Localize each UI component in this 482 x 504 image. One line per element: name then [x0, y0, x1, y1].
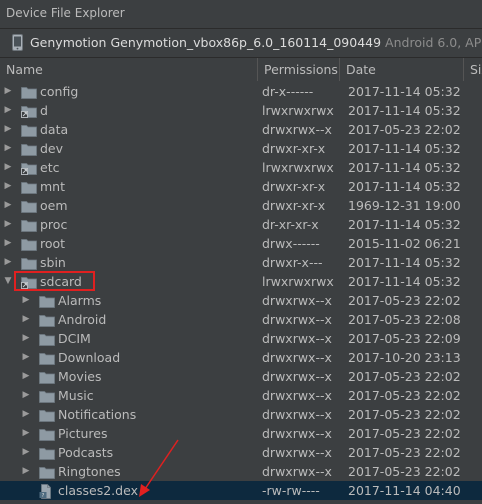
annotation-arrow	[139, 439, 179, 497]
